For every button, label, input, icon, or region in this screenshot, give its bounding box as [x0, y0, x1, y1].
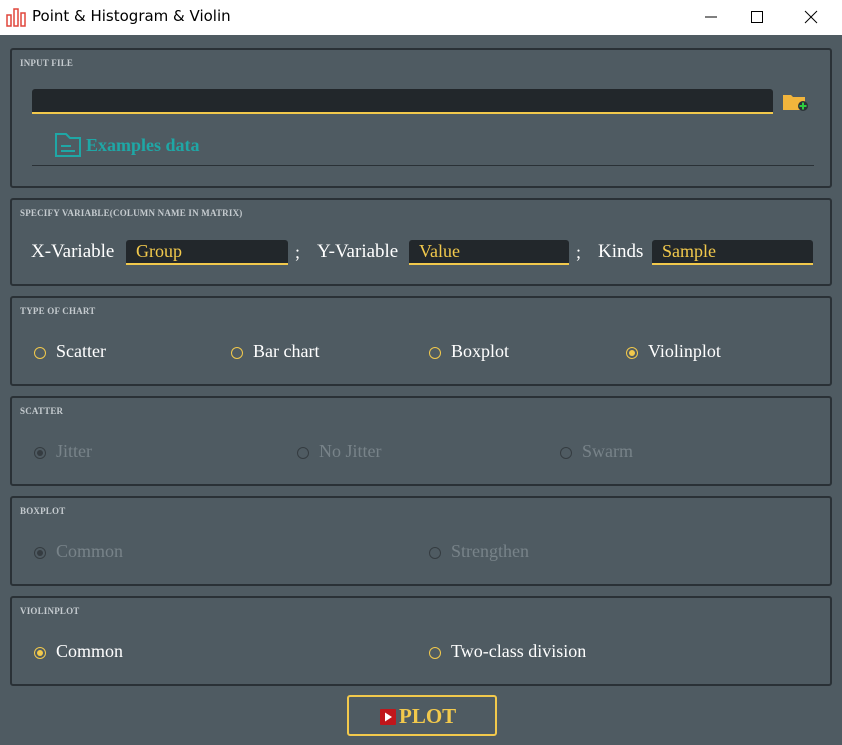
separator: ; [576, 242, 582, 262]
radio-label: Jitter [56, 441, 92, 461]
radio-dot [429, 547, 441, 559]
radio-dot [626, 347, 638, 359]
x-variable-input[interactable]: Group [126, 240, 288, 265]
plot-button[interactable]: PLOT [347, 695, 497, 736]
separator: ; [295, 242, 301, 262]
radio-label: Two-class division [451, 641, 587, 661]
radio-dot [429, 347, 441, 359]
violinplot-group: VIOLINPLOT Common Two-class division [10, 596, 832, 686]
play-icon [380, 709, 396, 725]
close-icon [804, 10, 818, 24]
radio-label: Swarm [582, 441, 633, 461]
file-icon [55, 133, 81, 157]
radio-dot [429, 647, 441, 659]
radio-label: Strengthen [451, 541, 529, 561]
minimize-button[interactable] [688, 0, 734, 35]
bar-chart-icon [6, 8, 26, 27]
radio-label: No Jitter [319, 441, 382, 461]
radio-dot [34, 347, 46, 359]
close-button[interactable] [788, 0, 834, 35]
input-file-label: INPUT FILE [20, 58, 74, 68]
title-bar: Point & Histogram & Violin [0, 0, 842, 35]
radio-label: Common [56, 541, 124, 561]
radio-dot [34, 647, 46, 659]
minimize-icon [705, 16, 717, 18]
radio-label: Bar chart [253, 341, 320, 361]
radio-label: Scatter [56, 341, 106, 361]
radio-label: Common [56, 641, 124, 661]
scatter-group: SCATTER Jitter No Jitter Swarm [10, 396, 832, 486]
file-path-input[interactable] [32, 89, 773, 114]
radio-label: Violinplot [648, 341, 721, 361]
kinds-input[interactable]: Sample [652, 240, 813, 265]
violinplot-label: VIOLINPLOT [20, 606, 80, 616]
input-file-group: INPUT FILE Examples data [10, 48, 832, 188]
maximize-icon [751, 11, 763, 23]
y-variable-input[interactable]: Value [409, 240, 569, 265]
chart-type-label: TYPE OF CHART [20, 306, 96, 316]
boxplot-label: BOXPLOT [20, 506, 66, 516]
radio-dot [297, 447, 309, 459]
y-variable-label: Y-Variable [317, 241, 399, 262]
chart-type-group: TYPE OF CHART Scatter Bar chart Boxplot … [10, 296, 832, 386]
radio-dot [34, 547, 46, 559]
radio-dot [34, 447, 46, 459]
radio-label: Boxplot [451, 341, 510, 361]
divider [32, 165, 814, 166]
radio-dot [560, 447, 572, 459]
x-variable-label: X-Variable [31, 241, 115, 262]
scatter-label: SCATTER [20, 406, 64, 416]
variable-group-label: SPECIFY VARIABLE(COLUMN NAME IN MATRIX) [20, 208, 243, 218]
folder-add-icon[interactable] [782, 92, 810, 112]
variable-group: SPECIFY VARIABLE(COLUMN NAME IN MATRIX) … [10, 198, 832, 286]
boxplot-group: BOXPLOT Common Strengthen [10, 496, 832, 586]
maximize-button[interactable] [734, 0, 780, 35]
plot-button-label: PLOT [399, 704, 457, 728]
kinds-label: Kinds [598, 241, 644, 262]
radio-dot [231, 347, 243, 359]
examples-data-label: Examples data [86, 135, 200, 155]
window-title: Point & Histogram & Violin [32, 7, 231, 25]
